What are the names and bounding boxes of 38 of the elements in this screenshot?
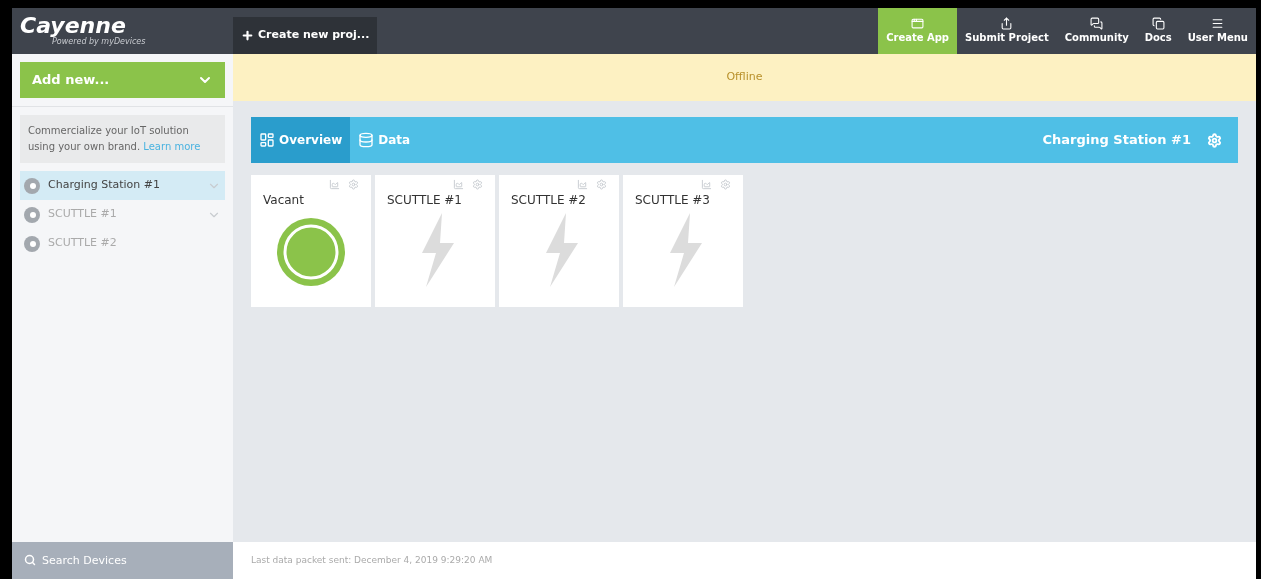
dashboard-icon <box>259 132 275 148</box>
brand-tagline: Powered by myDevices <box>51 37 147 47</box>
create-project-button[interactable]: Create new proj... <box>233 17 378 54</box>
device-icon <box>24 235 40 252</box>
menu-icon <box>1211 17 1225 30</box>
nav-button[interactable]: Submit Project <box>957 8 1057 54</box>
search-icon <box>24 554 36 566</box>
chat-icon <box>1090 17 1104 30</box>
nav-button[interactable]: User Menu <box>1179 8 1256 54</box>
documents-icon <box>1151 17 1165 30</box>
status-indicator-icon <box>276 217 346 287</box>
promo-text: Commercialize your IoT solution using your own brand. Learn more <box>20 115 225 163</box>
brand-logo[interactable]: Cayenne <box>20 15 233 37</box>
status-bar: Last data packet sent: December 4, 2019 9:29:20 AM <box>233 542 1256 579</box>
device-icon <box>24 206 40 223</box>
settings-icon[interactable] <box>472 179 483 190</box>
settings-icon[interactable] <box>720 179 731 190</box>
chart-icon[interactable] <box>577 179 588 190</box>
widget-title: Vacant <box>263 192 305 209</box>
widget-title: SCUTTLE #2 <box>511 192 587 209</box>
settings-icon[interactable] <box>596 179 607 190</box>
status-banner: Offline <box>233 54 1256 101</box>
device-icon <box>24 177 40 194</box>
chart-icon[interactable] <box>453 179 464 190</box>
search-field[interactable]: Search Devices <box>12 542 233 579</box>
widget-title: SCUTTLE #3 <box>635 192 711 209</box>
app-window-icon <box>911 17 925 30</box>
share-icon <box>1000 17 1014 30</box>
device-item[interactable]: Charging Station #1 <box>20 171 225 200</box>
chart-icon[interactable] <box>329 179 340 190</box>
database-icon <box>358 132 375 148</box>
settings-icon[interactable] <box>348 179 359 190</box>
nav-button[interactable]: Community <box>1056 8 1137 54</box>
plus-icon <box>241 29 254 42</box>
nav-button[interactable]: Docs <box>1136 8 1180 54</box>
chart-icon[interactable] <box>701 179 712 190</box>
widget-title: SCUTTLE #1 <box>387 192 463 209</box>
device-title: Charging Station #1 <box>1042 131 1191 150</box>
